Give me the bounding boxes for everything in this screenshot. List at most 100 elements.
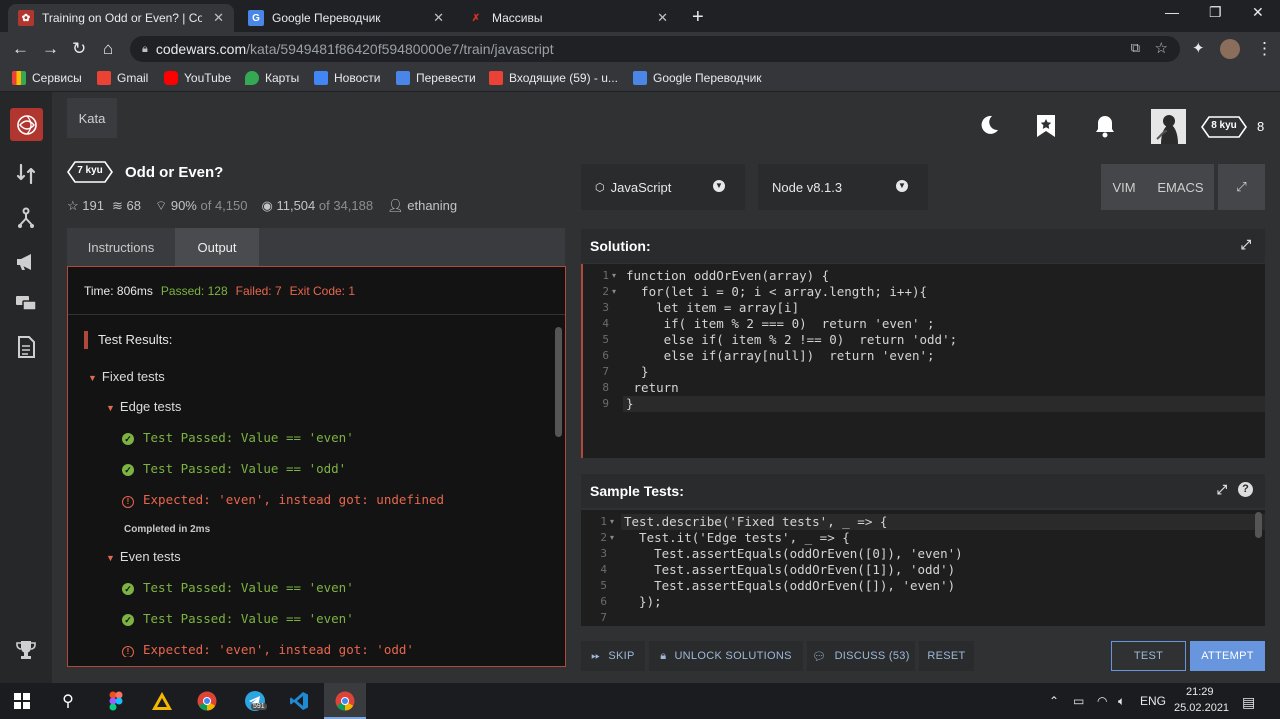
codewars-logo[interactable] bbox=[10, 108, 43, 141]
volume-icon[interactable]: 🔈︎ bbox=[1118, 694, 1125, 709]
tab-output[interactable]: Output bbox=[175, 228, 259, 266]
fold-arrow-icon[interactable]: ▾ bbox=[610, 517, 614, 526]
bookmark-maps[interactable]: Карты bbox=[245, 71, 299, 85]
author-link[interactable]: ethaning bbox=[407, 198, 457, 213]
group-fixed-tests[interactable]: ▼ Fixed tests bbox=[88, 369, 165, 384]
notifications-center-icon[interactable]: ▤ bbox=[1242, 694, 1255, 711]
expand-arrows-icon[interactable]: ⤢ bbox=[1241, 237, 1251, 253]
taskbar-active-chrome[interactable] bbox=[324, 683, 366, 719]
chat-bubbles-icon[interactable] bbox=[14, 292, 38, 316]
tray-chevron-up-icon[interactable]: ⌃ bbox=[1049, 694, 1059, 708]
dark-mode-moon-icon[interactable] bbox=[978, 114, 1000, 139]
check-circle-icon: ✓ bbox=[122, 464, 134, 476]
expand-triangle-icon: ▼ bbox=[106, 553, 115, 563]
bookmark-inbox[interactable]: Входящие (59) - u... bbox=[489, 71, 618, 85]
bookmark-gmail[interactable]: Gmail bbox=[97, 71, 148, 85]
line-number: 6 bbox=[602, 349, 609, 362]
bookmark-star-icon[interactable]: ☆ bbox=[1155, 39, 1168, 57]
trophy-icon[interactable] bbox=[14, 638, 38, 662]
figma-icon[interactable] bbox=[104, 689, 128, 713]
kata-nav-button[interactable]: Kata bbox=[67, 98, 117, 138]
forward-arrow-icon[interactable]: → bbox=[42, 39, 59, 59]
browser-tab-massivy[interactable]: ✗ Массивы ✕ bbox=[458, 4, 678, 32]
user-rank-badge[interactable]: 8 kyu bbox=[1201, 116, 1247, 138]
vim-mode-button[interactable]: VIM bbox=[1101, 164, 1147, 210]
bookmark-services[interactable]: Сервисы bbox=[12, 71, 82, 85]
star-icon[interactable]: ☆ bbox=[67, 198, 79, 213]
reload-icon[interactable]: ↻ bbox=[72, 39, 86, 59]
group-edge-tests[interactable]: ▼ Edge tests bbox=[106, 399, 181, 414]
test-result-line: ! Expected: 'even', instead got: 'odd' bbox=[122, 642, 414, 657]
bookmark-google-translate[interactable]: Google Переводчик bbox=[633, 71, 762, 85]
browser-tab-codewars[interactable]: ✿ Training on Odd or Even? | Codewars ✕ bbox=[8, 4, 234, 32]
test-button[interactable]: TEST bbox=[1111, 641, 1186, 671]
notifications-bell-icon[interactable] bbox=[1094, 114, 1116, 141]
language-select[interactable]: ⬡ JavaScript ▼ bbox=[581, 164, 745, 210]
lock-icon: 🔒︎ bbox=[660, 649, 667, 662]
sample-tests-editor[interactable]: 1 ▾ Test.describe('Fixed tests', _ => {2 ▾ … bbox=[581, 510, 1265, 626]
megaphone-icon[interactable] bbox=[14, 250, 38, 274]
reset-button[interactable]: RESET bbox=[919, 641, 974, 671]
fork-tree-icon[interactable] bbox=[14, 206, 38, 230]
telegram-icon[interactable]: 591 bbox=[243, 689, 267, 713]
line-number: 9 bbox=[602, 397, 609, 410]
wifi-icon[interactable]: ◠ bbox=[1097, 694, 1107, 708]
solution-editor[interactable]: 1 ▾ function oddOrEven(array) {2 ▾ for(let … bbox=[581, 264, 1265, 458]
chrome-icon[interactable] bbox=[195, 689, 219, 713]
clock-time[interactable]: 21:29 bbox=[1186, 686, 1214, 698]
close-tab-icon[interactable]: ✕ bbox=[657, 10, 668, 26]
clock-date[interactable]: 25.02.2021 bbox=[1174, 702, 1229, 714]
fullscreen-button[interactable]: ⤢ bbox=[1218, 164, 1265, 210]
bookmark-translate[interactable]: Перевести bbox=[396, 71, 476, 85]
close-tab-icon[interactable]: ✕ bbox=[433, 10, 444, 26]
collections-stack-icon[interactable]: ≋ bbox=[112, 198, 123, 213]
practice-swap-icon[interactable] bbox=[14, 162, 38, 186]
emacs-mode-button[interactable]: EMACS bbox=[1147, 164, 1214, 210]
bookmark-news[interactable]: Новости bbox=[314, 71, 380, 85]
tab-instructions[interactable]: Instructions bbox=[67, 228, 175, 266]
bookmark-star-icon[interactable] bbox=[1036, 114, 1056, 141]
window-close-icon[interactable]: ✕ bbox=[1252, 4, 1264, 21]
discuss-button[interactable]: 💬︎ DISCUSS (53) bbox=[807, 641, 915, 671]
unlock-solutions-button[interactable]: 🔒︎ UNLOCK SOLUTIONS bbox=[649, 641, 803, 671]
fold-arrow-icon[interactable]: ▾ bbox=[612, 271, 616, 280]
expand-arrows-icon[interactable]: ⤢ bbox=[1217, 482, 1227, 498]
line-number: 8 bbox=[602, 381, 609, 394]
fold-arrow-icon[interactable]: ▾ bbox=[612, 287, 616, 296]
new-tab-button[interactable]: + bbox=[692, 6, 704, 29]
vscode-icon[interactable] bbox=[287, 689, 311, 713]
user-avatar[interactable] bbox=[1151, 109, 1186, 144]
maximize-icon[interactable]: ❐ bbox=[1209, 4, 1222, 21]
home-icon[interactable]: ⌂ bbox=[103, 39, 113, 59]
panel-tabs: Instructions Output bbox=[67, 228, 565, 266]
version-select[interactable]: Node v8.1.3 ▼ bbox=[758, 164, 928, 210]
left-sidebar bbox=[0, 92, 52, 683]
back-arrow-icon[interactable]: ← bbox=[12, 39, 29, 59]
tray-app-icon[interactable]: ▭ bbox=[1073, 694, 1084, 708]
profile-avatar-icon[interactable] bbox=[1220, 39, 1240, 59]
document-icon[interactable] bbox=[14, 335, 38, 359]
attempt-button[interactable]: ATTEMPT bbox=[1190, 641, 1265, 671]
bookmark-youtube[interactable]: YouTube bbox=[164, 71, 231, 85]
windows-start-icon[interactable] bbox=[10, 689, 34, 713]
menu-dots-icon[interactable]: ⋮ bbox=[1256, 39, 1273, 59]
close-tab-icon[interactable]: ✕ bbox=[213, 10, 224, 26]
fold-arrow-icon[interactable]: ▾ bbox=[610, 533, 614, 542]
help-question-icon[interactable]: ? bbox=[1238, 482, 1253, 497]
browser-tab-translate[interactable]: G Google Переводчик ✕ bbox=[238, 4, 454, 32]
language-indicator[interactable]: ENG bbox=[1140, 694, 1166, 708]
app-triangle-icon[interactable] bbox=[150, 689, 174, 713]
satisfaction-icon: ⌔ bbox=[154, 198, 168, 213]
browser-tab-bar: ✿ Training on Odd or Even? | Codewars ✕ … bbox=[0, 0, 1280, 32]
translate-page-icon[interactable]: ⧉ bbox=[1131, 40, 1140, 56]
maps-pin-icon bbox=[245, 71, 259, 85]
group-even-tests[interactable]: ▼ Even tests bbox=[106, 549, 181, 564]
search-icon[interactable]: ⚲ bbox=[56, 689, 80, 713]
extensions-icon[interactable]: ✦ bbox=[1192, 39, 1205, 57]
url-input[interactable]: 🔒︎ codewars.com /kata/5949481f86420f5948… bbox=[130, 36, 1180, 62]
output-scrollbar[interactable] bbox=[555, 327, 562, 437]
editor-scrollbar[interactable] bbox=[1255, 512, 1262, 538]
skip-button[interactable]: ⏩︎ SKIP bbox=[581, 641, 645, 671]
minimize-icon[interactable]: — bbox=[1165, 4, 1179, 20]
javascript-hex-icon: ⬡ bbox=[595, 181, 605, 194]
